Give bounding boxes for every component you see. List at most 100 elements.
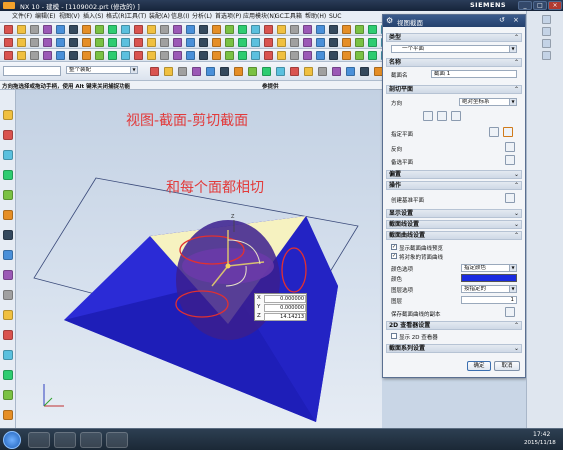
orientation-dropdown[interactable]: 绝对坐标系 ▼ <box>459 98 517 106</box>
coord-z-field[interactable]: 14.14213 <box>264 313 306 321</box>
toolbar-tool-icon[interactable] <box>150 67 159 76</box>
section-plane[interactable]: 剖切平面 ⌃ <box>386 85 522 94</box>
toolbar-tool-icon[interactable] <box>303 25 312 34</box>
show-2d-checkbox[interactable] <box>391 333 397 339</box>
reverse-button[interactable] <box>505 142 515 152</box>
save-section-button[interactable] <box>505 307 515 317</box>
dialog-reset-button[interactable]: ↺ <box>499 16 505 24</box>
toolbar-tool-icon[interactable] <box>355 25 364 34</box>
toolbar-tool-icon[interactable] <box>212 51 221 60</box>
section-display[interactable]: 显示设置 ⌄ <box>386 209 522 218</box>
color-swatch[interactable] <box>461 274 517 282</box>
toolbar-tool-icon[interactable] <box>173 38 182 47</box>
taskbar-app-1[interactable] <box>28 432 50 448</box>
section-2d-viewer[interactable]: 2D 查看器设置 ⌃ <box>386 321 522 330</box>
resource-bar-icon[interactable] <box>3 410 13 420</box>
coord-x-field[interactable]: 0.000000 <box>264 295 306 303</box>
create-base-plane-button[interactable] <box>505 193 515 203</box>
color-option-dropdown[interactable]: 指定颜色 ▼ <box>461 264 517 272</box>
toolbar-tool-icon[interactable] <box>178 67 187 76</box>
close-button[interactable]: × <box>548 1 562 10</box>
layer-option-dropdown[interactable]: 按指定的 ▼ <box>461 285 517 293</box>
toolbar-tool-icon[interactable] <box>147 25 156 34</box>
name-input[interactable]: 截面 1 <box>431 70 517 78</box>
toolbar-tool-icon[interactable] <box>234 67 243 76</box>
toolbar-tool-icon[interactable] <box>121 38 130 47</box>
toolbar-tool-icon[interactable] <box>69 25 78 34</box>
resource-bar-icon[interactable] <box>3 250 13 260</box>
resource-bar-icon[interactable] <box>3 170 13 180</box>
menu-gc-toolbox[interactable]: GC工具箱 <box>272 12 305 22</box>
toolbar-tool-icon[interactable] <box>108 38 117 47</box>
toolbar-tool-icon[interactable] <box>318 67 327 76</box>
toolbar-tool-icon[interactable] <box>108 25 117 34</box>
toolbar-tool-icon[interactable] <box>225 51 234 60</box>
toolbar-tool-icon[interactable] <box>82 25 91 34</box>
resource-bar-icon[interactable] <box>3 130 13 140</box>
toolbar-tool-icon[interactable] <box>342 51 351 60</box>
toolbar-tool-icon[interactable] <box>95 51 104 60</box>
toolbar-tool-icon[interactable] <box>43 38 52 47</box>
toolbar-tool-icon[interactable] <box>121 25 130 34</box>
toolbar-tool-icon[interactable] <box>164 67 173 76</box>
menu-dropdown-button[interactable] <box>3 66 61 76</box>
taskbar-app-3[interactable] <box>80 432 102 448</box>
cancel-button[interactable]: 取消 <box>494 361 520 371</box>
toolbar-tool-icon[interactable] <box>251 38 260 47</box>
layer-input[interactable]: 1 <box>461 296 517 304</box>
toolbar-tool-icon[interactable] <box>290 25 299 34</box>
show-section-checkbox[interactable]: ✓ <box>391 244 397 250</box>
start-button[interactable] <box>3 431 21 449</box>
toolbar-tool-icon[interactable] <box>290 67 299 76</box>
toolbar-tool-icon[interactable] <box>173 25 182 34</box>
selection-filter-dropdown[interactable]: 整个装配 ▼ <box>66 66 138 74</box>
toolbar-tool-icon[interactable] <box>225 25 234 34</box>
toolbar-tool-icon[interactable] <box>342 25 351 34</box>
toolbar-tool-icon[interactable] <box>43 25 52 34</box>
resource-bar-icon[interactable] <box>3 150 13 160</box>
plane-y-button[interactable] <box>437 111 447 121</box>
toolbar-tool-icon[interactable] <box>186 38 195 47</box>
section-curve-setting[interactable]: 截面曲线设置 ⌃ <box>386 231 522 240</box>
toolbar-tool-icon[interactable] <box>262 67 271 76</box>
resource-bar-icon[interactable] <box>3 270 13 280</box>
menu-view[interactable]: 视图(V) <box>56 12 83 22</box>
resource-bar-icon[interactable] <box>3 350 13 360</box>
show-back-curve-checkbox[interactable]: ✓ <box>391 253 397 259</box>
toolbar-tool-icon[interactable] <box>355 51 364 60</box>
toolbar-tool-icon[interactable] <box>355 38 364 47</box>
toolbar-tool-icon[interactable] <box>277 38 286 47</box>
toolbar-tool-icon[interactable] <box>329 38 338 47</box>
section-series[interactable]: 截面系列设置 ⌄ <box>386 344 522 353</box>
toolbar-tool-icon[interactable] <box>17 51 26 60</box>
toolbar-tool-icon[interactable] <box>69 51 78 60</box>
toolbar-tool-icon[interactable] <box>186 25 195 34</box>
toolbar-tool-icon[interactable] <box>17 38 26 47</box>
toolbar-tool-icon[interactable] <box>303 38 312 47</box>
toolbar-tool-icon[interactable] <box>160 38 169 47</box>
toolbar-tool-icon[interactable] <box>220 67 229 76</box>
specify-plane-button[interactable] <box>489 127 499 137</box>
toolbar-tool-icon[interactable] <box>134 38 143 47</box>
minimize-button[interactable]: _ <box>518 1 532 10</box>
resource-bar-icon[interactable] <box>3 370 13 380</box>
type-dropdown[interactable]: 一个平面 ▼ <box>391 45 517 53</box>
alt-plane-button[interactable] <box>505 155 515 165</box>
toolbar-tool-icon[interactable] <box>160 25 169 34</box>
toolbar-tool-icon[interactable] <box>82 38 91 47</box>
toolbar-tool-icon[interactable] <box>329 51 338 60</box>
toolbar-tool-icon[interactable] <box>43 51 52 60</box>
toolbar-tool-icon[interactable] <box>303 51 312 60</box>
toolbar-tool-icon[interactable] <box>277 51 286 60</box>
toolbar-tool-icon[interactable] <box>4 25 13 34</box>
toolbar-tool-icon[interactable] <box>56 25 65 34</box>
toolbar-tool-icon[interactable] <box>368 51 377 60</box>
resource-bar-icon[interactable] <box>3 190 13 200</box>
resource-bar-icon[interactable] <box>3 110 13 120</box>
resource-bar-icon[interactable] <box>3 390 13 400</box>
toolbar-tool-icon[interactable] <box>360 67 369 76</box>
toolbar-tool-icon[interactable] <box>4 38 13 47</box>
toolbar-tool-icon[interactable] <box>95 25 104 34</box>
toolbar-tool-icon[interactable] <box>121 51 130 60</box>
toolbar-tool-icon[interactable] <box>316 51 325 60</box>
